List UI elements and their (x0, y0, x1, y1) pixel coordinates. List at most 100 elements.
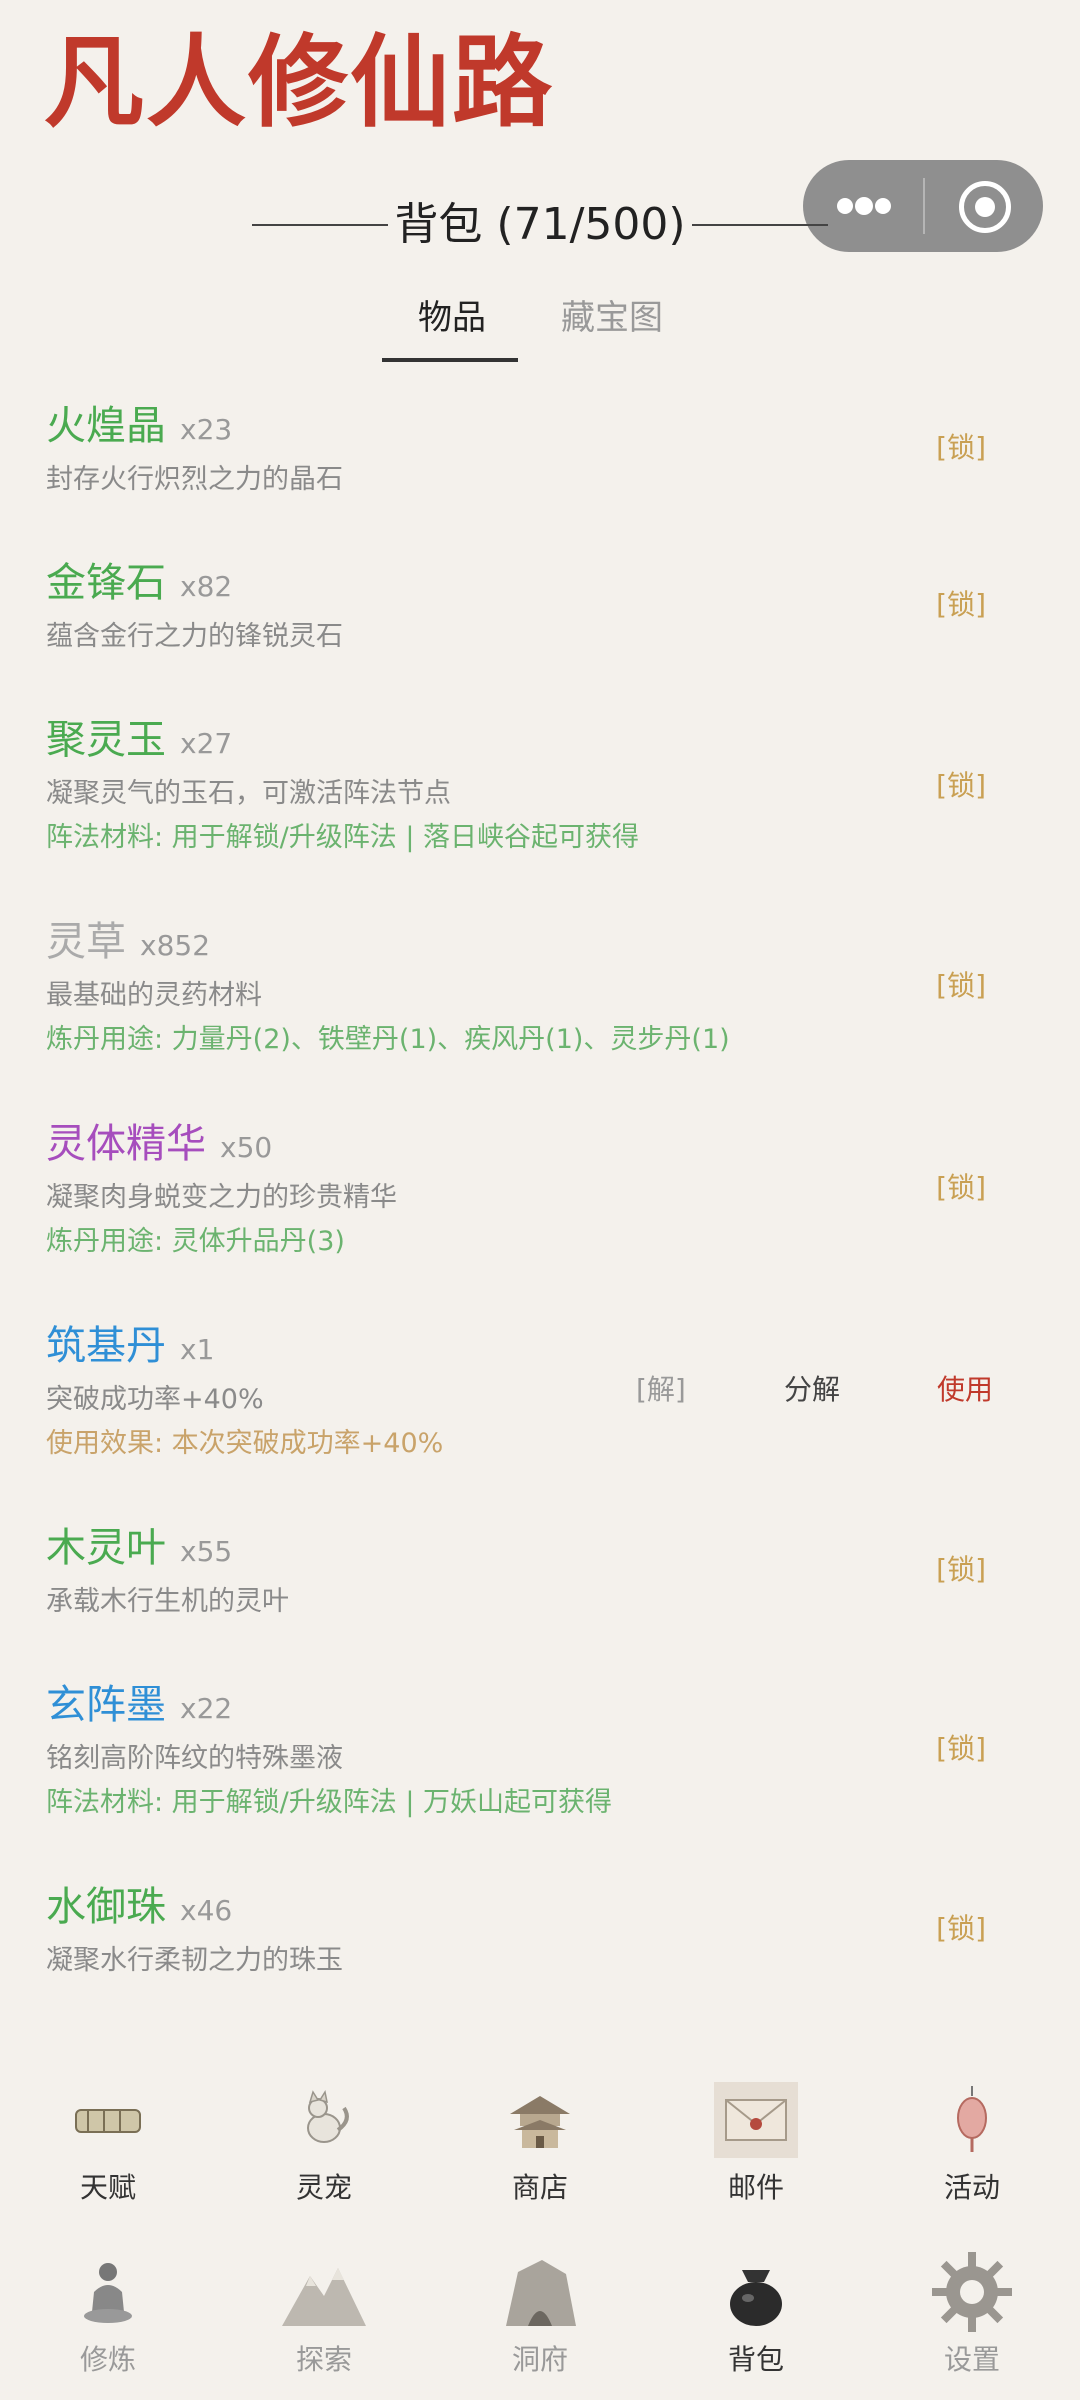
item-qty: x46 (180, 1894, 233, 1927)
item-name: 筑基丹 (46, 1323, 166, 1369)
item-extra: 阵法材料: 用于解锁/升级阵法 | 落日峡谷起可获得 (46, 822, 640, 853)
item-row[interactable]: 水御珠 x46 凝聚水行柔韧之力的珠玉 [锁] (0, 1879, 1080, 1989)
nav-explore[interactable]: 探索 (216, 2232, 432, 2392)
scroll-icon (75, 2109, 141, 2133)
item-desc: 封存火行炽烈之力的晶石 (46, 464, 343, 495)
item-name-row: 筑基丹 x1 (46, 1318, 214, 1378)
nav-label: 修炼 (79, 2343, 136, 2376)
item-name-row: 灵草 x852 (46, 914, 210, 974)
item-name-row: 木灵叶 x55 (46, 1520, 232, 1580)
nav-label: 洞府 (511, 2343, 568, 2376)
lock-button[interactable]: [锁] (936, 1729, 986, 1769)
item-qty: x82 (180, 570, 233, 603)
item-name-row: 金锋石 x82 (46, 555, 232, 615)
item-name-row: 玄阵墨 x22 (46, 1677, 232, 1737)
item-desc: 铭刻高阶阵纹的特殊墨液 (46, 1743, 343, 1774)
item-row[interactable]: 聚灵玉 x27 凝聚灵气的玉石，可激活阵法节点 阵法材料: 用于解锁/升级阵法 |… (0, 712, 1080, 862)
lock-button[interactable]: [锁] (936, 1550, 986, 1590)
pouch-icon (730, 2270, 782, 2326)
lock-button[interactable]: [锁] (936, 585, 986, 625)
nav-cultivate[interactable]: 修炼 (0, 2232, 216, 2392)
item-name: 聚灵玉 (46, 717, 166, 763)
bag-header: 背包 (71/500) (0, 190, 1080, 260)
tab-active-indicator (382, 358, 518, 362)
unlock-button[interactable]: [解] (636, 1370, 686, 1410)
item-row[interactable]: 玄阵墨 x22 铭刻高阶阵纹的特殊墨液 阵法材料: 用于解锁/升级阵法 | 万妖山… (0, 1677, 1080, 1827)
item-extra: 阵法材料: 用于解锁/升级阵法 | 万妖山起可获得 (46, 1787, 613, 1818)
item-extra: 使用效果: 本次突破成功率+40% (46, 1428, 444, 1459)
lock-button[interactable]: [锁] (936, 766, 986, 806)
bag-tabs: 物品 藏宝图 (0, 288, 1080, 368)
nav-talent[interactable]: 天赋 (0, 2060, 216, 2220)
item-name: 火煌晶 (46, 403, 166, 449)
meditation-icon (84, 2263, 132, 2323)
decompose-button[interactable]: 分解 (784, 1370, 840, 1410)
nav-label: 背包 (727, 2343, 784, 2376)
item-row[interactable]: 灵草 x852 最基础的灵药材料 炼丹用途: 力量丹(2)、铁壁丹(1)、疾风丹(… (0, 914, 1080, 1064)
item-desc: 突破成功率+40% (46, 1384, 264, 1415)
lock-button[interactable]: [锁] (936, 1168, 986, 1208)
nav-label: 商店 (511, 2171, 568, 2204)
gear-icon (932, 2252, 1012, 2332)
item-qty: x22 (180, 1692, 233, 1725)
nav-shop[interactable]: 商店 (432, 2060, 648, 2220)
item-qty: x1 (180, 1333, 215, 1366)
item-row[interactable]: 灵体精华 x50 凝聚肉身蜕变之力的珍贵精华 炼丹用途: 灵体升品丹(3) [锁] (0, 1116, 1080, 1266)
nav-label: 天赋 (79, 2171, 136, 2204)
item-name: 灵体精华 (46, 1121, 206, 1167)
bag-title: 背包 (71/500) (394, 199, 686, 250)
item-row[interactable]: 木灵叶 x55 承载木行生机的灵叶 [锁] (0, 1520, 1080, 1630)
item-row[interactable]: 火煌晶 x23 封存火行炽烈之力的晶石 [锁] (0, 398, 1080, 508)
nav-mail[interactable]: 邮件 (648, 2060, 864, 2220)
nav-label: 活动 (943, 2171, 1000, 2204)
item-name-row: 聚灵玉 x27 (46, 712, 232, 772)
item-row[interactable]: 筑基丹 x1 突破成功率+40% 使用效果: 本次突破成功率+40% [解] 分解… (0, 1318, 1080, 1468)
item-name: 金锋石 (46, 560, 166, 606)
item-desc: 最基础的灵药材料 (46, 980, 262, 1011)
item-extra: 炼丹用途: 灵体升品丹(3) (46, 1226, 345, 1257)
nav-pet[interactable]: 灵宠 (216, 2060, 432, 2220)
item-desc: 承载木行生机的灵叶 (46, 1586, 289, 1617)
nav-label: 灵宠 (295, 2171, 352, 2204)
nav-bag[interactable]: 背包 (648, 2232, 864, 2392)
item-qty: x27 (180, 727, 233, 760)
pavilion-icon (510, 2096, 570, 2148)
lock-button[interactable]: [锁] (936, 428, 986, 468)
item-name: 木灵叶 (46, 1525, 166, 1571)
item-desc: 凝聚肉身蜕变之力的珍贵精华 (46, 1182, 397, 1213)
item-qty: x852 (140, 929, 211, 962)
lock-button[interactable]: [锁] (936, 966, 986, 1006)
item-name: 水御珠 (46, 1884, 166, 1930)
feature-nav: 天赋 灵宠 商店 邮件 活动 (0, 2060, 1080, 2220)
item-name: 灵草 (46, 919, 126, 965)
item-name-row: 灵体精华 x50 (46, 1116, 272, 1176)
header-rule-right (692, 224, 828, 226)
lock-button[interactable]: [锁] (936, 1909, 986, 1949)
nav-label: 探索 (295, 2343, 352, 2376)
app-title: 凡人修仙路 (44, 23, 554, 141)
nav-label: 设置 (943, 2343, 1000, 2376)
nav-settings[interactable]: 设置 (864, 2232, 1080, 2392)
mountain-icon (282, 2268, 366, 2326)
item-desc: 凝聚水行柔韧之力的珠玉 (46, 1945, 343, 1976)
item-qty: x50 (220, 1131, 273, 1164)
item-desc: 凝聚灵气的玉石，可激活阵法节点 (46, 778, 451, 809)
item-qty: x55 (180, 1535, 233, 1568)
item-name: 玄阵墨 (46, 1682, 166, 1728)
bottom-tab-bar: 修炼 探索 洞府 背包 设置 (0, 2232, 1080, 2392)
nav-cave[interactable]: 洞府 (432, 2232, 648, 2392)
item-row[interactable]: 金锋石 x82 蕴含金行之力的锋锐灵石 [锁] (0, 555, 1080, 665)
item-extra: 炼丹用途: 力量丹(2)、铁壁丹(1)、疾风丹(1)、灵步丹(1) (46, 1024, 730, 1055)
cave-icon (506, 2260, 576, 2326)
tab-treasure-map[interactable]: 藏宝图 (561, 288, 663, 348)
tab-items[interactable]: 物品 (418, 288, 486, 348)
item-qty: x23 (180, 413, 233, 446)
nav-label: 邮件 (727, 2171, 784, 2204)
fox-icon (307, 2090, 349, 2143)
lantern-icon (957, 2086, 987, 2152)
item-name-row: 水御珠 x46 (46, 1879, 232, 1939)
item-name-row: 火煌晶 x23 (46, 398, 232, 458)
item-desc: 蕴含金行之力的锋锐灵石 (46, 621, 343, 652)
nav-events[interactable]: 活动 (864, 2060, 1080, 2220)
use-button[interactable]: 使用 (937, 1370, 993, 1410)
